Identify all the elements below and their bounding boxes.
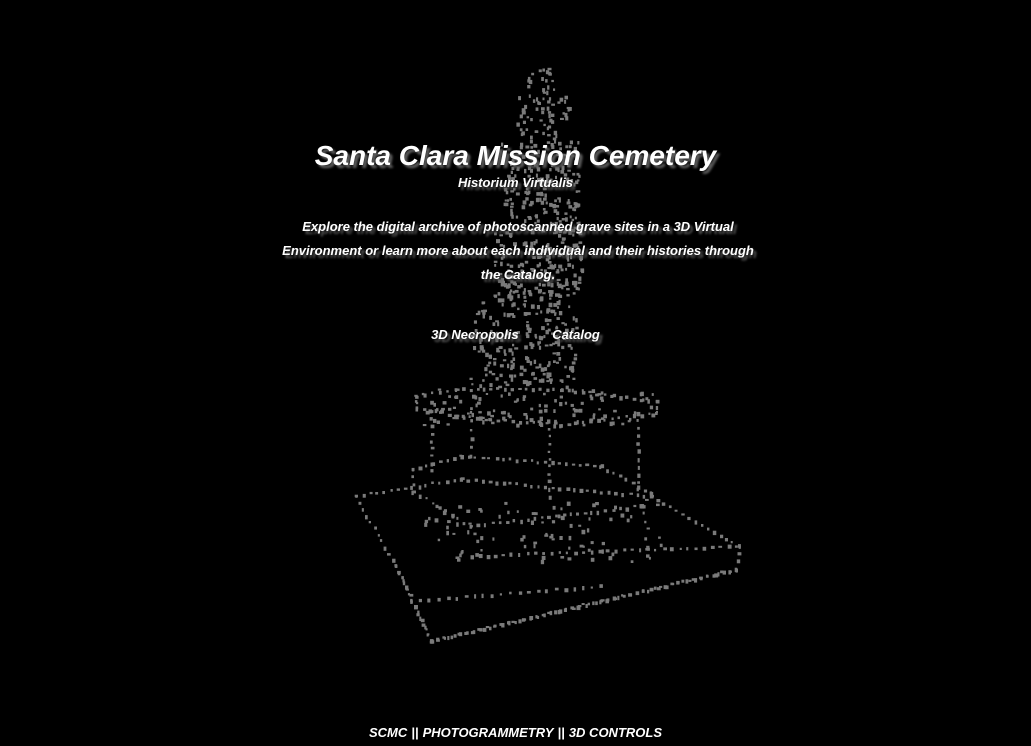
page-title: Santa Clara Mission Cemetery — [314, 140, 717, 171]
photogrammetry-link[interactable]: PHOTOGRAMMETRY — [423, 725, 554, 740]
main-nav: 3D Necropolis Catalog — [0, 327, 1031, 342]
footer-separator: || — [411, 725, 419, 740]
footer-separator: || — [557, 725, 565, 740]
intro-text: Explore the digital archive of photoscan… — [282, 219, 754, 282]
point-cloud-monument — [354, 67, 742, 644]
catalog-link[interactable]: Catalog — [552, 327, 600, 342]
page-subtitle: Historium Virtualis — [457, 175, 574, 190]
footer-nav: SCMC || PHOTOGRAMMETRY || 3D CONTROLS — [0, 725, 1031, 740]
scmc-link[interactable]: SCMC — [369, 725, 407, 740]
controls-link[interactable]: 3D CONTROLS — [569, 725, 662, 740]
necropolis-link[interactable]: 3D Necropolis — [431, 327, 518, 342]
